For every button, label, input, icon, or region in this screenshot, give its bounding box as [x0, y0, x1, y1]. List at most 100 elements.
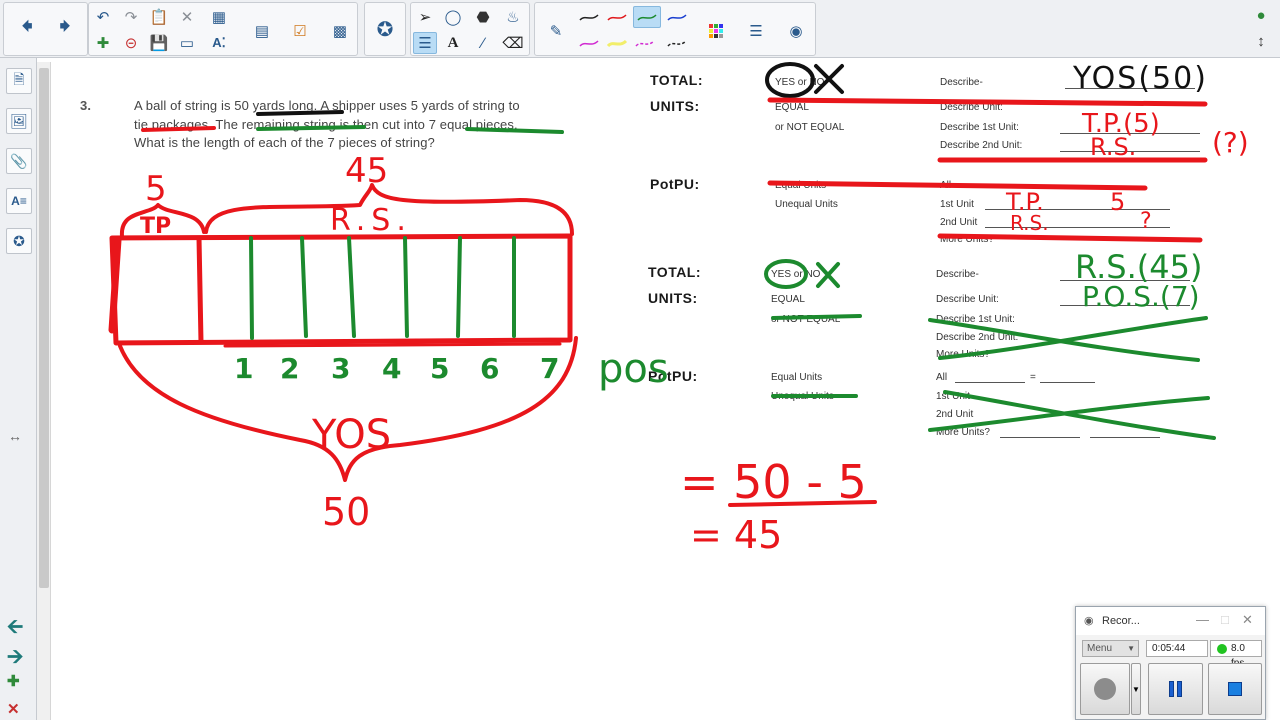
arrow-left-icon[interactable]: 🠸 — [10, 5, 44, 53]
pen-magenta-icon[interactable] — [577, 32, 601, 54]
form2-all: All — [936, 372, 948, 383]
form2-more-units: More Units? — [936, 349, 990, 360]
stop-button[interactable] — [1208, 663, 1262, 715]
color-palette-icon[interactable] — [701, 17, 731, 45]
form1-describe-2nd: Describe 2nd Unit: — [940, 140, 1023, 151]
add-page-side-icon[interactable]: ✚ — [7, 672, 20, 690]
recorder-menu-dropdown[interactable]: Menu ▼ — [1082, 640, 1139, 657]
arrow-right-icon[interactable]: 🠺 — [48, 5, 82, 53]
undo-icon[interactable]: ↶ — [91, 6, 115, 28]
problem-line-2: tie packages. The remaining string is th… — [134, 117, 518, 132]
form1-first-unit: 1st Unit — [940, 199, 974, 210]
pause-button[interactable] — [1148, 663, 1203, 715]
form1-unequal-units: Unequal Units — [775, 199, 838, 210]
add-on-icon[interactable]: ✪ — [368, 5, 402, 53]
paste-icon[interactable]: 📋 — [147, 6, 171, 28]
recorder-app-icon: ◉ — [1084, 615, 1094, 627]
form1-total-label: TOTAL: — [650, 72, 704, 88]
recorder-titlebar[interactable]: ◉ Recor... — □ ✕ — [1076, 607, 1265, 635]
gallery-tab-icon[interactable]: 🖼 — [6, 108, 32, 134]
save-icon[interactable]: 💾 — [147, 32, 171, 54]
form2-describe-1st: Describe 1st Unit: — [936, 314, 1015, 325]
navigation-group: 🠸 🠺 — [3, 2, 88, 56]
pen-yellow-icon[interactable] — [605, 32, 629, 54]
form1-describe-line — [1065, 88, 1195, 89]
prev-page-icon[interactable]: 🡨 — [7, 612, 23, 646]
pen-icon[interactable]: ✎ — [541, 17, 571, 45]
eraser-icon[interactable]: ⌫ — [501, 32, 525, 54]
text-recognize-icon[interactable]: A⁚ — [207, 32, 231, 54]
response-icon[interactable]: ☑ — [285, 13, 315, 49]
form1-describe: Describe- — [940, 77, 983, 88]
form2-total-label: TOTAL: — [648, 264, 702, 280]
form2-unequal-units: Unequal Units — [771, 391, 834, 402]
table-icon[interactable]: ▦ — [207, 6, 231, 28]
add-ons-tab-icon[interactable]: ✪ — [6, 228, 32, 254]
minimize-icon[interactable]: — — [1196, 612, 1209, 627]
resize-sidebar-icon[interactable]: ↔ — [8, 428, 22, 444]
attachments-icon[interactable]: 📎 — [6, 148, 32, 174]
form1-more-units: More Units? — [940, 234, 994, 245]
delete-page-side-icon[interactable]: ✕ — [7, 700, 20, 718]
maximize-icon[interactable]: □ — [1221, 612, 1229, 627]
right-tab-strip: ● ↕ — [1240, 0, 1280, 58]
record-options-button[interactable]: ▼ — [1131, 663, 1141, 715]
line-icon[interactable]: ∕ — [471, 32, 495, 54]
problem-line-3: What is the length of each of the 7 piec… — [134, 135, 435, 150]
problem-line-1: A ball of string is 50 yards long. A shi… — [134, 98, 520, 113]
pen-dashed-black-icon[interactable] — [665, 32, 689, 54]
form2-all-line — [955, 382, 1025, 383]
edit-group: ↶ ↷ 📋 ✕ ▦ ▤ ☑ ▩ ✚ ⊝ 💾 ▭ A⁚ — [88, 2, 358, 56]
form2-describe-line — [1060, 280, 1190, 281]
delete-icon[interactable]: ✕ — [175, 6, 199, 28]
pen-properties-group: ✎ ☰ ◉ — [534, 2, 816, 56]
next-page-icon[interactable]: 🡪 — [7, 642, 23, 676]
fill-effects-icon[interactable]: ◉ — [781, 17, 811, 45]
chevron-down-icon: ▼ — [1127, 644, 1135, 653]
main-toolbar: 🠸 🠺 ↶ ↷ 📋 ✕ ▦ ▤ ☑ ▩ ✚ ⊝ 💾 ▭ A⁚ ✪ ➢ ◯ ⬣ ♨… — [0, 0, 1280, 58]
form1-second-unit: 2nd Unit — [940, 217, 978, 228]
form2-equals: = — [1030, 372, 1036, 383]
text-icon[interactable]: A — [441, 32, 465, 54]
pen-blue-icon[interactable] — [665, 6, 689, 28]
form1-describe-unit: Describe Unit: — [940, 102, 1003, 113]
page-sorter-icon[interactable]: 🗎 — [6, 68, 32, 94]
pen-dashed-magenta-icon[interactable] — [633, 32, 657, 54]
gallery-icon[interactable]: ● — [1250, 4, 1272, 26]
fill-icon[interactable]: ⬣ — [471, 6, 495, 28]
pen-green-icon[interactable] — [633, 6, 661, 28]
record-button[interactable] — [1080, 663, 1130, 715]
select-icon[interactable]: ➢ — [413, 6, 437, 28]
properties-icon[interactable]: A≡ — [6, 188, 32, 214]
form2-potpu-label: PotPU: — [648, 368, 698, 384]
smart-notebook-window: 🠸 🠺 ↶ ↷ 📋 ✕ ▦ ▤ ☑ ▩ ✚ ⊝ 💾 ▭ A⁚ ✪ ➢ ◯ ⬣ ♨… — [0, 0, 1280, 720]
move-toolbar-icon[interactable]: ↕ — [1250, 30, 1272, 52]
line-style-icon[interactable]: ☰ — [741, 17, 771, 45]
form2-all-eq-line — [1040, 382, 1095, 383]
shape-icon[interactable]: ◯ — [441, 6, 465, 28]
measure-icon[interactable]: ☰ — [413, 32, 437, 54]
form2-equal-units: Equal Units — [771, 372, 823, 383]
close-icon[interactable]: ✕ — [1242, 612, 1253, 628]
form1-equal-units: Equal Units — [775, 180, 827, 191]
redo-icon[interactable]: ↷ — [119, 6, 143, 28]
full-screen-icon[interactable]: ▭ — [175, 32, 199, 54]
form2-equal: EQUAL — [771, 294, 805, 305]
screen-shade-icon[interactable]: ▤ — [247, 13, 277, 49]
form1-units-label: UNITS: — [650, 98, 700, 114]
tools-group: ➢ ◯ ⬣ ♨ ☰ A ∕ ⌫ — [410, 2, 530, 56]
form1-or-not-equal: or NOT EQUAL — [775, 122, 845, 133]
paint-bucket-icon[interactable]: ♨ — [501, 6, 525, 28]
chevron-down-icon: ▼ — [1132, 684, 1140, 694]
vertical-scrollbar[interactable] — [37, 62, 51, 720]
pen-black-icon[interactable] — [577, 6, 601, 28]
screen-recorder-window[interactable]: ◉ Recor... — □ ✕ Menu ▼ 0:05:44 8.0 fps ▼ — [1075, 606, 1266, 720]
form1-second-line — [1060, 151, 1200, 152]
pen-red-icon[interactable] — [605, 6, 629, 28]
delete-page-icon[interactable]: ⊝ — [119, 32, 143, 54]
document-camera-icon[interactable]: ▩ — [325, 13, 355, 49]
status-dot-icon — [1217, 644, 1227, 654]
form2-more-units-2: More Units? — [936, 427, 990, 438]
add-page-icon[interactable]: ✚ — [91, 32, 115, 54]
scrollbar-thumb[interactable] — [39, 68, 49, 588]
